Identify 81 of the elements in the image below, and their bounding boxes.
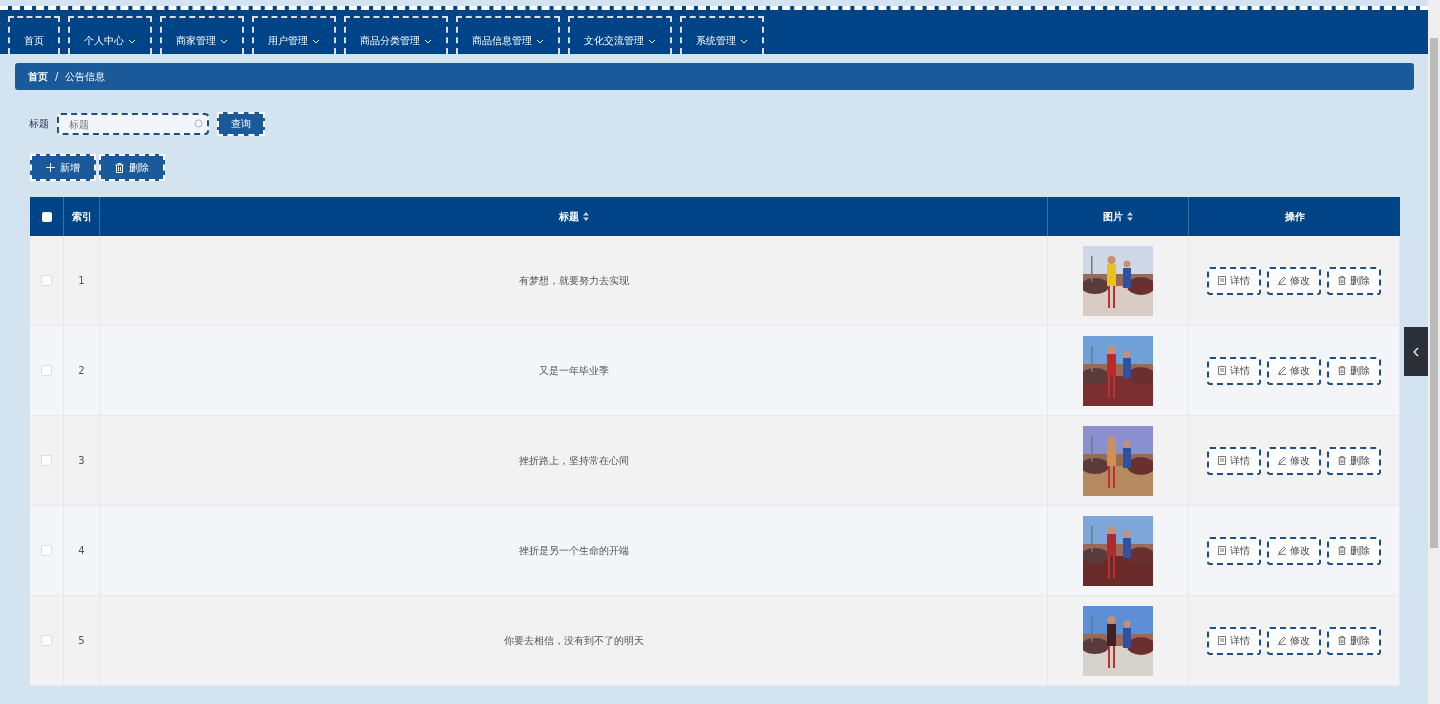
delete-button[interactable]: 删除 — [1327, 356, 1381, 385]
search-field[interactable]: 标题 — [57, 113, 209, 135]
row-checkbox[interactable] — [41, 545, 52, 556]
delete-button[interactable]: 删除 — [1327, 626, 1381, 655]
delete-button[interactable]: 删除 — [99, 154, 165, 181]
search-icon — [194, 119, 203, 128]
caret-icon — [128, 38, 136, 44]
edit-button[interactable]: 修改 — [1267, 266, 1321, 295]
side-panel-toggle[interactable] — [1404, 327, 1428, 376]
table-cell: 又是一年毕业季 — [538, 363, 609, 378]
edit-button[interactable]: 修改 — [1267, 446, 1321, 475]
nav-menu-item[interactable]: 个人中心 — [68, 16, 152, 54]
row-checkbox[interactable] — [41, 635, 52, 646]
nav-menu-item[interactable]: 商品分类管理 — [344, 16, 448, 54]
nav-menu-item[interactable]: 用户管理 — [252, 16, 336, 54]
pencil-icon — [1278, 456, 1286, 465]
search-label: 标题 — [29, 117, 49, 131]
document-icon — [1218, 456, 1226, 465]
table-cell: 2 — [78, 365, 85, 376]
trash-icon — [1338, 636, 1346, 645]
trash-icon — [115, 162, 124, 173]
edit-button[interactable]: 修改 — [1267, 536, 1321, 565]
document-icon — [1218, 546, 1226, 555]
pencil-icon — [1278, 366, 1286, 375]
row-checkbox[interactable] — [41, 455, 52, 466]
document-icon — [1218, 276, 1226, 285]
chevron-left-icon — [1413, 346, 1419, 357]
trash-icon — [1338, 276, 1346, 285]
caret-icon — [536, 38, 544, 44]
select-all-checkbox[interactable] — [41, 211, 52, 222]
sort-icon — [1127, 212, 1133, 221]
pencil-icon — [1278, 546, 1286, 555]
nav-menu-item[interactable]: 商品信息管理 — [456, 16, 560, 54]
pencil-icon — [1278, 636, 1286, 645]
row-checkbox[interactable] — [41, 365, 52, 376]
table-cell: 你要去相信，没有到不了的明天 — [503, 633, 644, 648]
document-icon — [1218, 636, 1226, 645]
scrollbar-thumb[interactable] — [1430, 38, 1438, 548]
add-button[interactable]: 新增 — [30, 154, 96, 181]
delete-button[interactable]: 删除 — [1327, 536, 1381, 565]
detail-button[interactable]: 详情 — [1207, 266, 1261, 295]
caret-icon — [312, 38, 320, 44]
delete-button[interactable]: 删除 — [1327, 446, 1381, 475]
nav-menu-item[interactable]: 系统管理 — [680, 16, 764, 54]
table-cell: 4 — [78, 545, 85, 556]
breadcrumb-link[interactable]: 首页 — [28, 69, 48, 84]
delete-button[interactable]: 删除 — [1327, 266, 1381, 295]
column-header: 索引 — [71, 209, 92, 224]
caret-icon — [648, 38, 656, 44]
table-cell: 5 — [78, 635, 85, 646]
column-header: 操作 — [1284, 209, 1305, 224]
table-cell: 3 — [78, 455, 85, 466]
table-cell: 有梦想，就要努力去实现 — [518, 273, 629, 288]
trash-icon — [1338, 456, 1346, 465]
table-cell: 挫折路上，坚持常在心间 — [518, 453, 629, 468]
detail-button[interactable]: 详情 — [1207, 536, 1261, 565]
edit-button[interactable]: 修改 — [1267, 356, 1321, 385]
table-cell: 挫折是另一个生命的开端 — [518, 543, 629, 558]
nav-menu-item[interactable]: 商家管理 — [160, 16, 244, 54]
detail-button[interactable]: 详情 — [1207, 356, 1261, 385]
caret-icon — [220, 38, 228, 44]
search-button[interactable]: 查询 — [217, 112, 265, 136]
table-cell: 1 — [78, 275, 85, 286]
row-checkbox[interactable] — [41, 275, 52, 286]
detail-button[interactable]: 详情 — [1207, 446, 1261, 475]
detail-button[interactable]: 详情 — [1207, 626, 1261, 655]
column-header[interactable]: 图片 — [1103, 209, 1133, 224]
nav-menu-item[interactable]: 文化交流管理 — [568, 16, 672, 54]
plus-icon — [46, 163, 55, 172]
breadcrumb-current: 公告信息 — [65, 69, 106, 84]
breadcrumb-separator: / — [55, 71, 59, 82]
nav-menu-item[interactable]: 首页 — [8, 16, 60, 54]
trash-icon — [1338, 366, 1346, 375]
pencil-icon — [1278, 276, 1286, 285]
caret-icon — [740, 38, 748, 44]
trash-icon — [1338, 546, 1346, 555]
column-header[interactable]: 标题 — [558, 209, 589, 224]
sort-icon — [582, 212, 589, 221]
caret-icon — [424, 38, 432, 44]
document-icon — [1218, 366, 1226, 375]
edit-button[interactable]: 修改 — [1267, 626, 1321, 655]
